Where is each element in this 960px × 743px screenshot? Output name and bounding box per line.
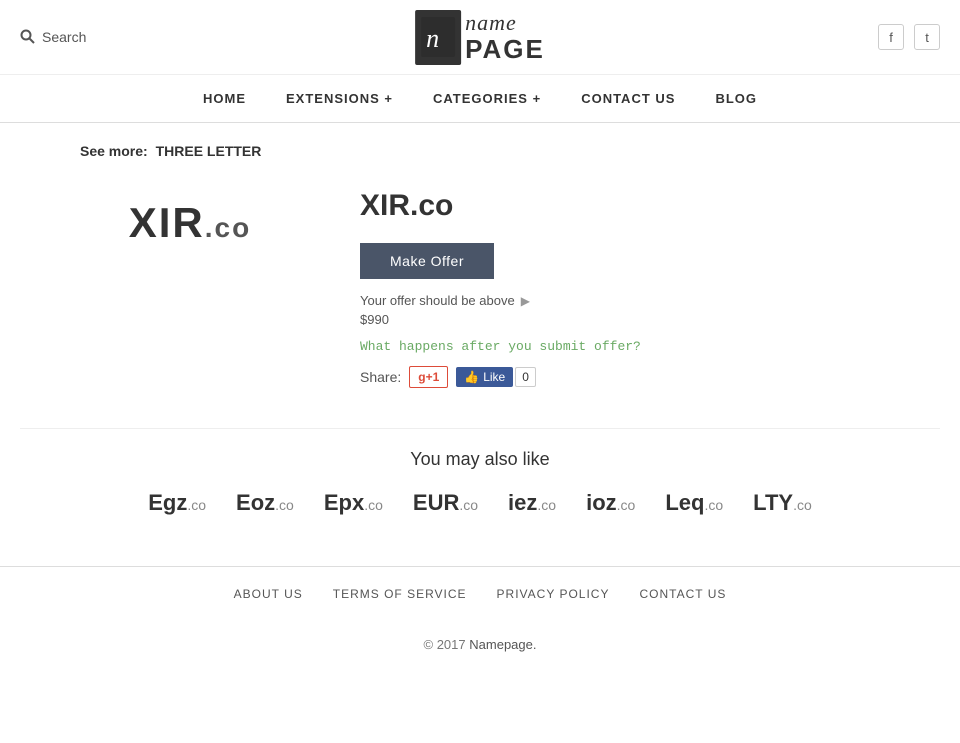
also-like-items: Egz.coEoz.coEpx.coEUR.coiez.coioz.coLeq.… <box>20 490 940 516</box>
domain-tld: .co <box>617 497 636 513</box>
also-like-item[interactable]: Eoz.co <box>236 490 294 516</box>
what-happens-link[interactable]: What happens after you submit offer? <box>360 339 641 354</box>
search-icon <box>20 29 36 45</box>
social-icons: f t <box>878 24 940 50</box>
also-like-item[interactable]: iez.co <box>508 490 556 516</box>
domain-name: iez <box>508 490 537 515</box>
nav-blog[interactable]: BLOG <box>715 87 757 110</box>
fb-thumb-icon: 👍 <box>464 370 479 384</box>
search-button[interactable]: Search <box>20 29 86 45</box>
product-logo-display: XIR.co <box>80 179 300 267</box>
fb-like-button[interactable]: 👍 Like <box>456 367 513 387</box>
also-like-section: You may also like Egz.coEoz.coEpx.coEUR.… <box>20 449 940 516</box>
also-like-item[interactable]: Leq.co <box>665 490 723 516</box>
offer-info: Your offer should be above ▶ <box>360 293 940 308</box>
domain-tld: .co <box>364 497 383 513</box>
domain-name: Egz <box>148 490 187 515</box>
product-logo-suffix: .co <box>205 212 251 243</box>
share-label: Share: <box>360 369 401 385</box>
domain-tld: .co <box>187 497 206 513</box>
product-area: XIR.co XIR.co Make Offer Your offer shou… <box>80 179 940 388</box>
make-offer-button[interactable]: Make Offer <box>360 243 494 279</box>
twitter-icon: t <box>925 30 929 45</box>
also-like-item[interactable]: EUR.co <box>413 490 478 516</box>
domain-tld: .co <box>275 497 294 513</box>
breadcrumb-prefix: See more: <box>80 143 148 159</box>
product-logo-main: XIR <box>129 199 205 246</box>
breadcrumb: See more: THREE LETTER <box>80 143 940 159</box>
facebook-icon: f <box>889 30 893 45</box>
domain-tld: .co <box>537 497 556 513</box>
header: Search n name PAGE f t <box>0 0 960 75</box>
nav-extensions[interactable]: EXTENSIONS + <box>286 87 393 110</box>
domain-tld: .co <box>793 497 812 513</box>
domain-name: Eoz <box>236 490 275 515</box>
footer-terms[interactable]: TERMS OF SERVICE <box>333 587 467 601</box>
fb-count: 0 <box>515 367 536 387</box>
main-nav: HOME EXTENSIONS + CATEGORIES + CONTACT U… <box>0 75 960 123</box>
nav-contact[interactable]: CONTACT US <box>581 87 675 110</box>
divider <box>20 428 940 429</box>
also-like-title: You may also like <box>20 449 940 470</box>
search-label: Search <box>42 29 86 45</box>
nav-home[interactable]: HOME <box>203 87 246 110</box>
logo-text: name PAGE <box>465 11 545 64</box>
also-like-item[interactable]: Egz.co <box>148 490 206 516</box>
fb-like-label: Like <box>483 370 505 384</box>
footer-about[interactable]: ABOUT US <box>234 587 303 601</box>
domain-name: Epx <box>324 490 364 515</box>
footer-privacy[interactable]: PRIVACY POLICY <box>497 587 610 601</box>
svg-text:n: n <box>426 24 439 53</box>
footer-contact[interactable]: CONTACT US <box>639 587 726 601</box>
domain-name: LTY <box>753 490 793 515</box>
also-like-item[interactable]: LTY.co <box>753 490 812 516</box>
logo[interactable]: n name PAGE <box>415 10 545 65</box>
domain-name: EUR <box>413 490 459 515</box>
copyright-year: © 2017 <box>424 637 466 652</box>
product-title: XIR.co <box>360 189 940 223</box>
gplus-button[interactable]: g+1 <box>409 366 448 388</box>
logo-link[interactable]: n name PAGE <box>415 10 545 65</box>
share-area: Share: g+1 👍 Like 0 <box>360 366 940 388</box>
offer-amount: $990 <box>360 312 940 327</box>
also-like-item[interactable]: ioz.co <box>586 490 635 516</box>
nav-categories[interactable]: CATEGORIES + <box>433 87 541 110</box>
footer-copyright: © 2017 Namepage. <box>0 621 960 668</box>
twitter-link[interactable]: t <box>914 24 940 50</box>
domain-tld: .co <box>704 497 723 513</box>
product-details: XIR.co Make Offer Your offer should be a… <box>360 179 940 388</box>
offer-info-text: Your offer should be above <box>360 293 515 308</box>
footer-brand-link[interactable]: Namepage. <box>469 637 536 652</box>
logo-icon: n <box>415 10 461 65</box>
offer-arrow-icon: ▶ <box>521 294 530 308</box>
product-logo: XIR.co <box>129 199 251 247</box>
domain-name: Leq <box>665 490 704 515</box>
breadcrumb-link[interactable]: THREE LETTER <box>156 143 262 159</box>
logo-name: name <box>465 11 545 35</box>
logo-page: PAGE <box>465 35 545 64</box>
domain-name: ioz <box>586 490 617 515</box>
facebook-link[interactable]: f <box>878 24 904 50</box>
footer-nav: ABOUT US TERMS OF SERVICE PRIVACY POLICY… <box>0 566 960 621</box>
also-like-item[interactable]: Epx.co <box>324 490 383 516</box>
domain-tld: .co <box>459 497 478 513</box>
main-content: See more: THREE LETTER XIR.co XIR.co Mak… <box>0 123 960 566</box>
